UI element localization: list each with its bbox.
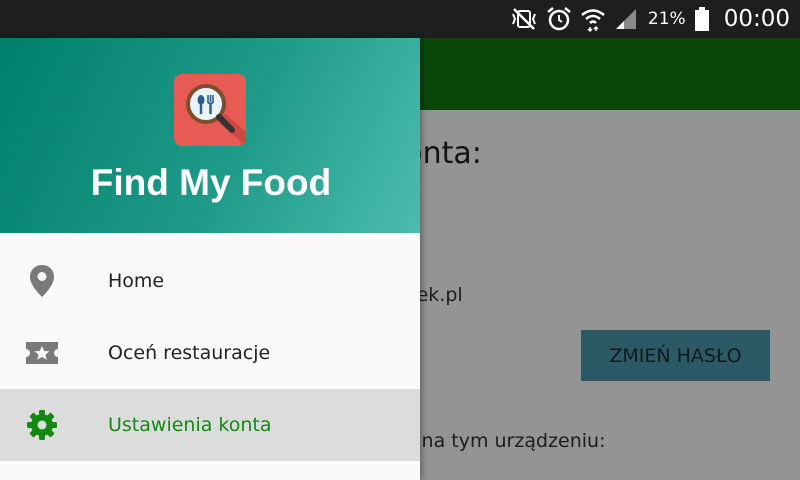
- alarm-icon: [546, 6, 572, 32]
- signal-icon: [614, 7, 638, 31]
- menu-item-label: Ustawienia konta: [108, 414, 272, 436]
- menu-item-account-settings[interactable]: Ustawienia konta: [0, 389, 420, 461]
- drawer-header: Find My Food: [0, 38, 420, 233]
- menu-item-label: Oceń restauracje: [108, 342, 271, 364]
- battery-icon: [694, 6, 710, 32]
- location-pin-icon: [24, 263, 60, 299]
- drawer-menu: Home Oceń restauracje Ustawienia konta: [0, 245, 420, 461]
- gear-icon: [24, 407, 60, 443]
- wifi-icon: [580, 6, 606, 32]
- app-title: Find My Food: [90, 162, 332, 203]
- status-icons: 21% 00:00: [510, 0, 790, 38]
- ticket-star-icon: [24, 335, 60, 371]
- clock: 00:00: [723, 6, 790, 32]
- menu-item-home[interactable]: Home: [0, 245, 420, 317]
- magnifier-food-icon: [174, 74, 246, 146]
- menu-item-rate-restaurants[interactable]: Oceń restauracje: [0, 317, 420, 389]
- status-bar: 21% 00:00: [0, 0, 800, 38]
- menu-item-label: Home: [108, 270, 165, 292]
- battery-percent: 21%: [647, 9, 686, 29]
- mute-vibrate-icon: [510, 7, 538, 31]
- navigation-drawer: Find My Food Home Oceń restauracje Ustaw…: [0, 38, 420, 480]
